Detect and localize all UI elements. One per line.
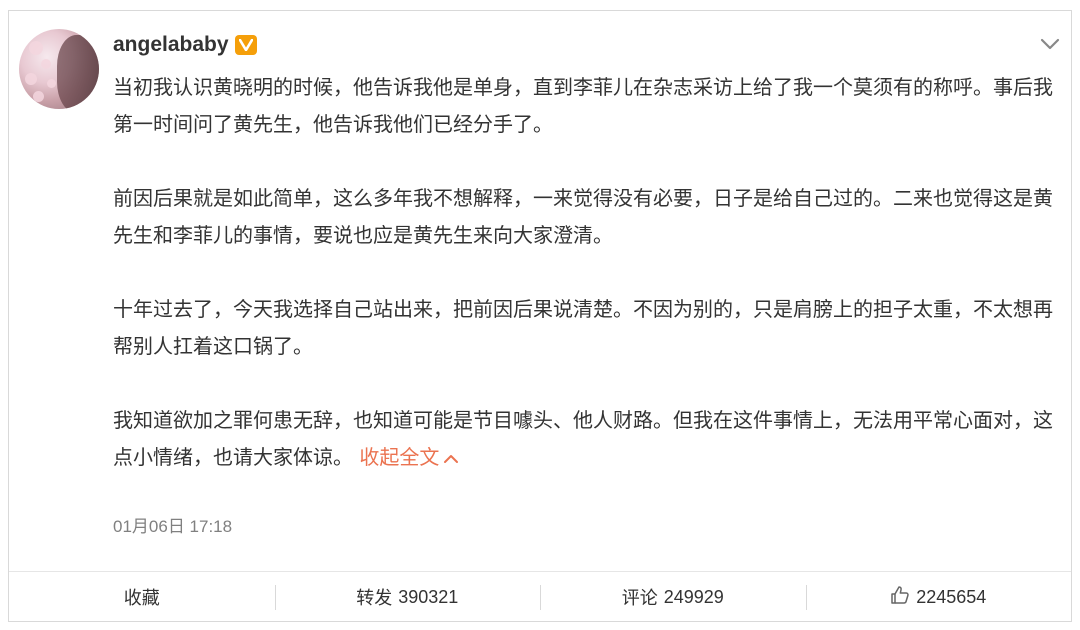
favorite-label: 收藏 bbox=[123, 588, 160, 609]
collapse-label[interactable]: 收起全文 bbox=[359, 445, 439, 469]
comment-label: 评论 bbox=[621, 588, 658, 609]
avatar[interactable] bbox=[19, 29, 99, 109]
comment-button[interactable]: 评论 249929 bbox=[540, 572, 806, 622]
post-paragraph: 前因后果就是如此简单，这么多年我不想解释，一来觉得没有必要，日子是给自己过的。二… bbox=[113, 186, 1053, 247]
post-text: 当初我认识黄晓明的时候，他告诉我他是单身，直到李菲儿在杂志采访上给了我一个莫须有… bbox=[113, 69, 1053, 476]
action-bar: 收藏 转发 390321 评论 249929 2245654 bbox=[9, 571, 1071, 622]
verified-badge-icon bbox=[234, 35, 257, 55]
repost-count: 390321 bbox=[398, 586, 459, 607]
post-timestamp[interactable]: 01月06日 17:18 bbox=[113, 512, 232, 537]
weibo-post-card: angelababy 当初我认识黄晓明的时候，他告诉我他是单身，直到李菲儿在杂志… bbox=[8, 10, 1072, 622]
like-count: 2245654 bbox=[916, 586, 987, 607]
repost-button[interactable]: 转发 390321 bbox=[274, 572, 541, 622]
chevron-down-icon[interactable] bbox=[1039, 36, 1061, 52]
post-paragraph: 当初我认识黄晓明的时候，他告诉我他是单身，直到李菲儿在杂志采访上给了我一个莫须有… bbox=[113, 75, 1053, 136]
username[interactable]: angelababy bbox=[113, 33, 229, 57]
post-paragraph-text: 我知道欲加之罪何患无辞，也知道可能是节目噱头、他人财路。但我在这件事情上，无法用… bbox=[113, 408, 1053, 469]
comment-count: 249929 bbox=[663, 586, 724, 607]
repost-label: 转发 bbox=[356, 588, 393, 609]
collapse-full-text-link[interactable]: 收起全文 bbox=[359, 445, 459, 469]
post-paragraph: 我知道欲加之罪何患无辞，也知道可能是节目噱头、他人财路。但我在这件事情上，无法用… bbox=[113, 402, 1053, 476]
like-button[interactable]: 2245654 bbox=[805, 572, 1072, 622]
post-paragraph: 十年过去了，今天我选择自己站出来，把前因后果说清楚。不因为别的，只是肩膀上的担子… bbox=[113, 297, 1053, 358]
chevron-up-icon bbox=[444, 454, 459, 463]
favorite-button[interactable]: 收藏 bbox=[9, 572, 275, 622]
thumbs-up-icon bbox=[890, 585, 910, 610]
author-row: angelababy bbox=[113, 33, 257, 57]
